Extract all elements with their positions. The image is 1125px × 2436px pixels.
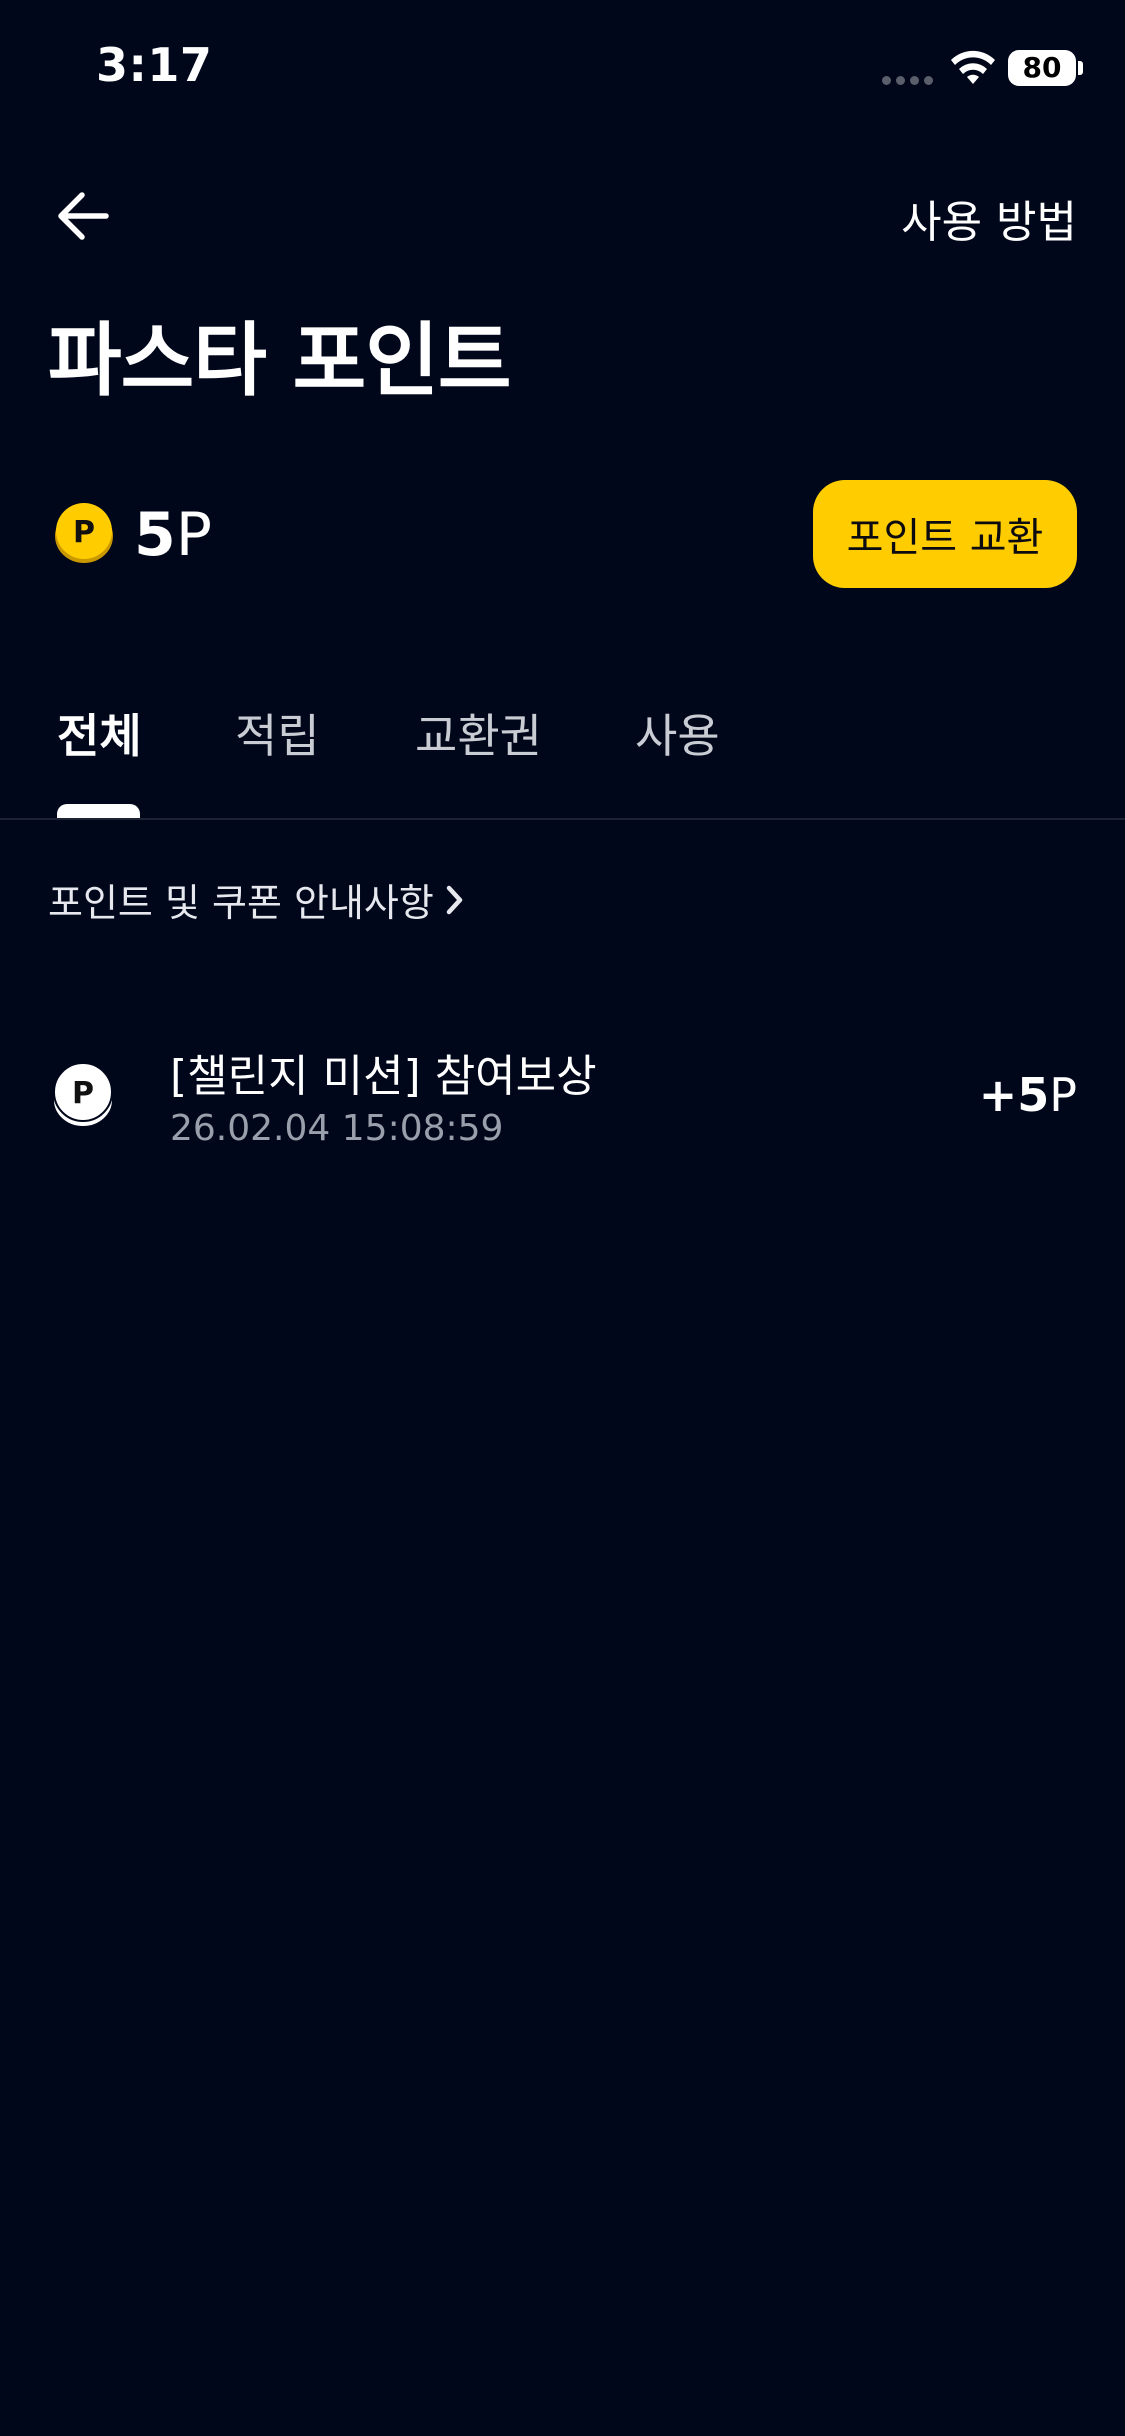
how-to-use-link[interactable]: 사용 방법 [901,186,1077,250]
point-coin-icon: P [55,503,113,563]
tab-earned[interactable]: 적립 [235,700,320,766]
history-item-amount-unit: P [1049,1068,1077,1122]
point-exchange-button[interactable]: 포인트 교환 [813,480,1077,588]
page-title: 파스타 포인트 [48,314,511,407]
tab-vouchers[interactable]: 교환권 [415,700,542,766]
battery-level: 80 [1008,50,1076,86]
history-item-amount: +5P [979,1068,1077,1122]
back-arrow-icon[interactable] [48,180,120,252]
point-history-item[interactable]: P [챌린지 미션] 참여보상 26.02.04 15:08:59 +5P [48,1030,1077,1170]
svg-text:P: P [72,1076,94,1111]
history-item-date: 26.02.04 15:08:59 [170,1108,504,1149]
status-time: 3:17 [96,38,213,92]
tab-used[interactable]: 사용 [635,700,720,766]
point-balance-unit: P [175,500,212,570]
status-bar: 3:17 80 [0,0,1125,140]
point-coin-icon: P [52,1062,114,1128]
filter-tabs: 전체 적립 교환권 사용 [0,660,1125,820]
history-item-title: [챌린지 미션] 참여보상 [170,1051,597,1102]
point-balance-amount: 5 [134,500,176,570]
cellular-signal-icon [882,76,933,85]
chevron-right-icon [446,885,463,914]
points-coupons-notice-link[interactable]: 포인트 및 쿠폰 안내사항 [48,872,466,927]
battery-cap [1078,61,1083,75]
point-balance: 5P [134,500,212,570]
tab-all[interactable]: 전체 [57,700,142,766]
svg-text:P: P [73,515,95,550]
history-item-amount-value: +5 [978,1068,1050,1122]
active-tab-indicator [57,804,140,818]
point-balance-row: P 5P 포인트 교환 [48,480,1077,590]
notice-label: 포인트 및 쿠폰 안내사항 [48,881,434,925]
wifi-icon [951,50,995,84]
